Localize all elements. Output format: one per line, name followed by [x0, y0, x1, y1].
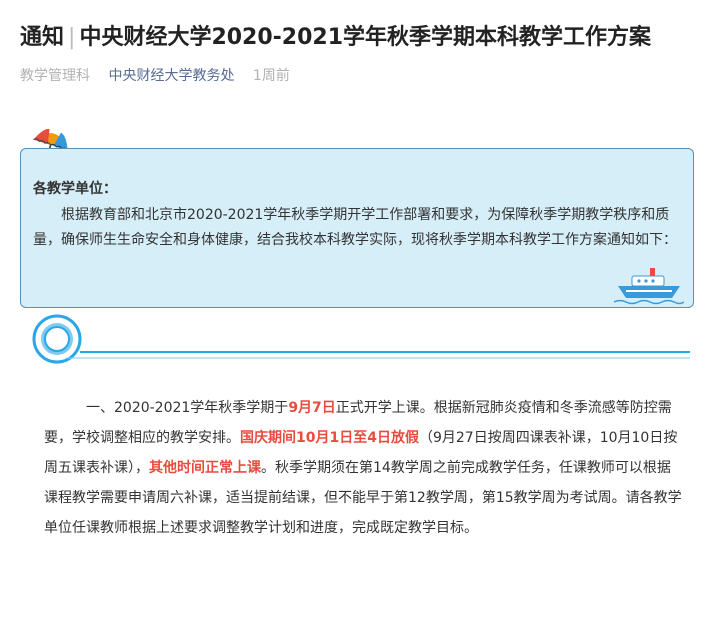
- title-headline: 中央财经大学2020-2021学年秋季学期本科教学工作方案: [79, 25, 652, 50]
- meta-column: 教学管理科: [20, 68, 90, 84]
- notice-intro: 根据教育部和北京市2020-2021学年秋季学期开学工作部署和要求，为保障秋季学…: [33, 207, 677, 248]
- meta-account-link[interactable]: 中央财经大学教务处: [108, 68, 234, 84]
- highlight-national-holiday: 国庆期间10月1日至4日放假: [240, 430, 419, 446]
- highlight-start-date: 9月7日: [288, 400, 336, 416]
- article-title: 通知 | 中央财经大学2020-2021学年秋季学期本科教学工作方案: [20, 22, 651, 54]
- article-meta: 教学管理科 中央财经大学教务处 1周前: [20, 66, 290, 86]
- notice-salutation: 各教学单位：: [33, 181, 117, 197]
- section-1-paragraph: 一、2020-2021学年秋季学期于9月7日正式开学上课。根据新冠肺炎疫情和冬季…: [44, 393, 684, 543]
- highlight-normal-classes: 其他时间正常上课: [149, 460, 261, 476]
- meta-time: 1周前: [252, 68, 290, 84]
- ship-icon: [614, 268, 684, 305]
- notice-box: 各教学单位： 根据教育部和北京市2020-2021学年秋季学期开学工作部署和要求…: [20, 148, 694, 308]
- title-category: 通知: [20, 25, 65, 50]
- circle-divider-icon: [32, 314, 690, 364]
- para-text-1: 一、2020-2021学年秋季学期于: [86, 400, 289, 416]
- title-separator: |: [68, 25, 76, 50]
